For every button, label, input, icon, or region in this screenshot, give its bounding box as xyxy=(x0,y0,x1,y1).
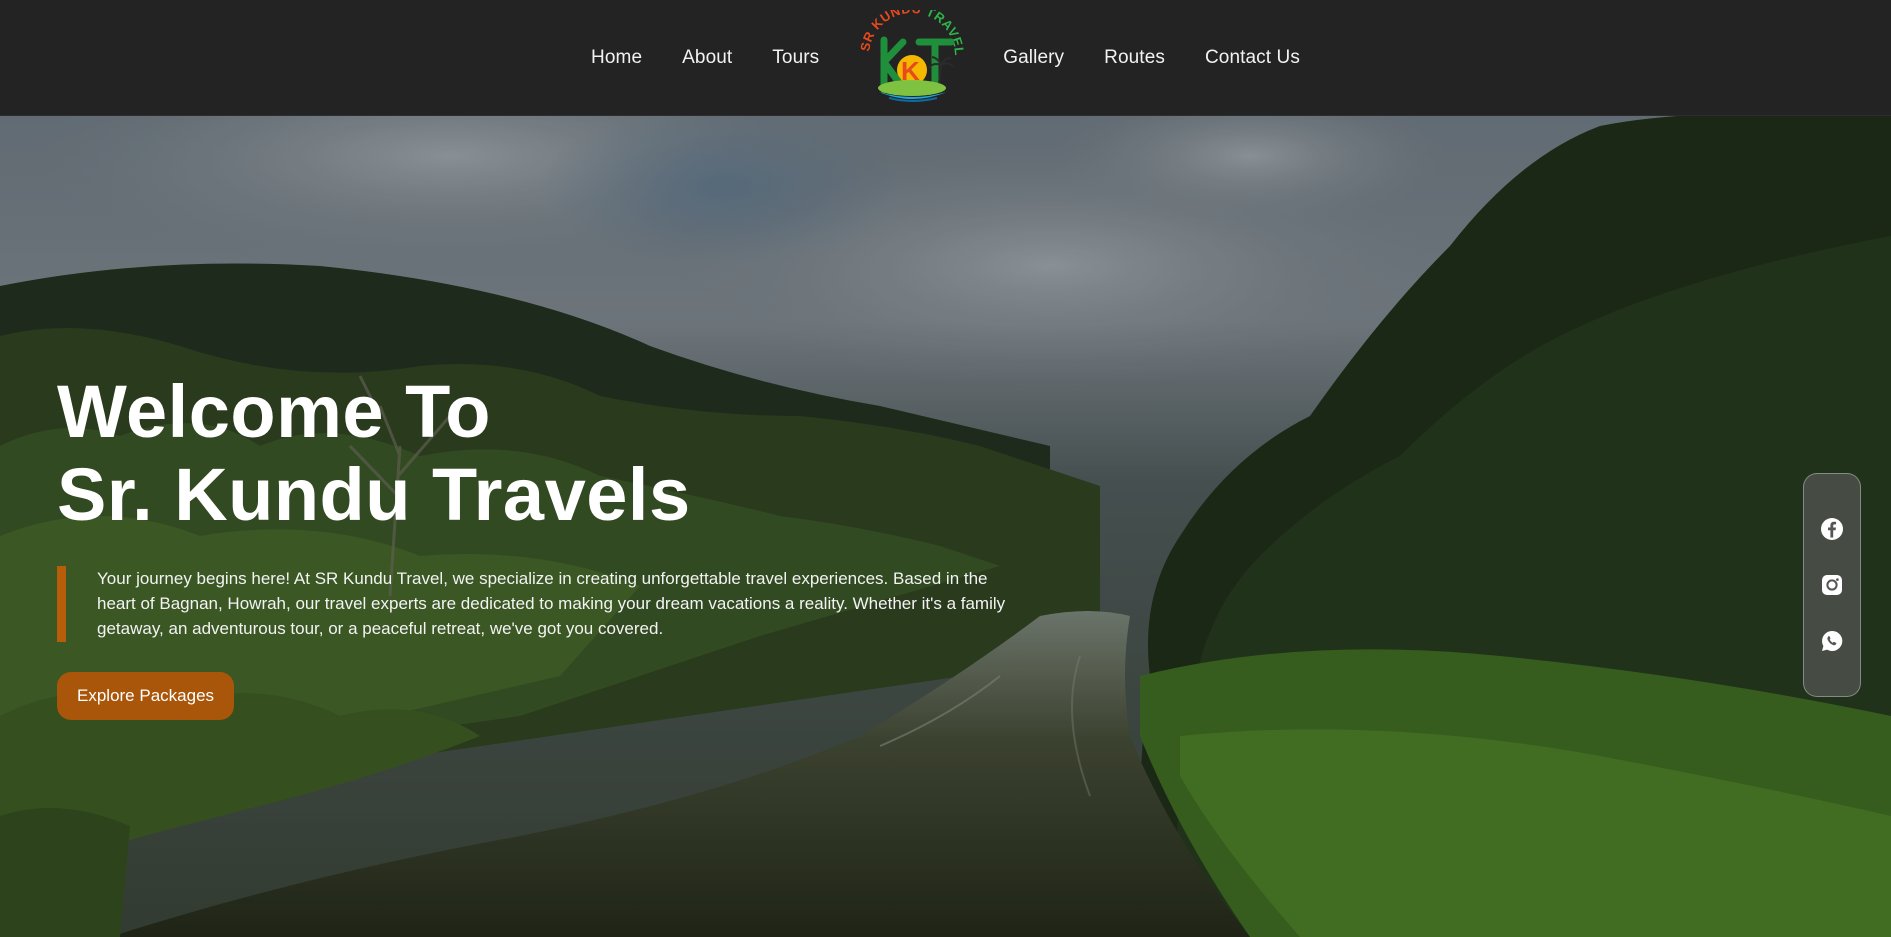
social-sidebar xyxy=(1803,473,1861,697)
whatsapp-icon[interactable] xyxy=(1820,629,1844,653)
brand-logo[interactable]: SR KUNDU TRAVEL K xyxy=(857,0,967,106)
nav-right-group: Gallery Routes Contact Us xyxy=(1003,47,1300,69)
nav-left-group: Home About Tours xyxy=(591,47,819,69)
hero-description-block: Your journey begins here! At SR Kundu Tr… xyxy=(57,566,1017,642)
hero-content: Welcome To Sr. Kundu Travels Your journe… xyxy=(57,370,1017,720)
nav-home-link[interactable]: Home xyxy=(591,47,642,69)
hero-title: Welcome To Sr. Kundu Travels xyxy=(57,370,1017,536)
explore-packages-button[interactable]: Explore Packages xyxy=(57,672,235,720)
brand-logo-graphic: SR KUNDU TRAVEL K xyxy=(857,0,967,102)
hero-title-line2: Sr. Kundu Travels xyxy=(57,453,691,536)
hero-description: Your journey begins here! At SR Kundu Tr… xyxy=(97,569,1006,638)
nav-tours-link[interactable]: Tours xyxy=(772,47,819,69)
nav-routes-link[interactable]: Routes xyxy=(1104,47,1165,69)
navbar: Home About Tours SR KUNDU TRAVEL K xyxy=(0,0,1891,116)
hero-section: Welcome To Sr. Kundu Travels Your journe… xyxy=(0,116,1891,937)
nav-contact-link[interactable]: Contact Us xyxy=(1205,47,1300,69)
nav-gallery-link[interactable]: Gallery xyxy=(1003,47,1064,69)
hero-title-line1: Welcome To xyxy=(57,370,492,453)
instagram-icon[interactable] xyxy=(1820,573,1844,597)
facebook-icon[interactable] xyxy=(1820,517,1844,541)
nav-about-link[interactable]: About xyxy=(682,47,732,69)
accent-bar xyxy=(57,566,66,642)
svg-text:SR KUNDU TRAVEL: SR KUNDU TRAVEL xyxy=(859,10,965,56)
